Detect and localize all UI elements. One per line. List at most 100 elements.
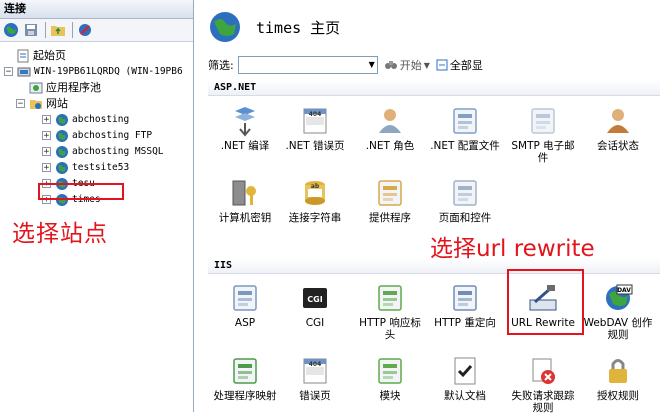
filter-label: 筛选: bbox=[208, 59, 234, 72]
filter-input[interactable]: ▼ bbox=[237, 56, 378, 74]
tree-label: abchosting MSSQL bbox=[72, 146, 164, 157]
feature-tile[interactable]: 失败请求跟踪规则 bbox=[508, 355, 578, 414]
svg-text:DAV: DAV bbox=[617, 287, 631, 294]
session-icon bbox=[607, 109, 629, 133]
feature-tile-label: 错误页 bbox=[299, 390, 331, 402]
feature-tile-label: 连接字符串 bbox=[288, 212, 342, 224]
connections-pane: 连接 起始页 − WIN-19PB61LQRDQ (WIN-19PB6 应用程序… bbox=[0, 0, 194, 412]
feature-tile-label: 失败请求跟踪规则 bbox=[511, 390, 575, 414]
connect-globe-icon[interactable] bbox=[2, 21, 20, 39]
handler-mappings-icon bbox=[233, 358, 257, 384]
feature-tile[interactable]: .NET 配置文件 bbox=[430, 105, 500, 152]
svg-text:CGI: CGI bbox=[307, 295, 322, 304]
feature-tile-label: .NET 编译 bbox=[220, 140, 270, 152]
feature-tile[interactable]: CGI CGI bbox=[280, 282, 350, 329]
tree-label: WIN-19PB61LQRDQ (WIN-19PB6 bbox=[34, 66, 183, 77]
error-pages-icon: 404 bbox=[303, 358, 327, 384]
smtp-icon bbox=[531, 108, 555, 134]
server-icon bbox=[17, 67, 31, 76]
feature-tile[interactable]: 授权规则 bbox=[583, 355, 653, 402]
tree-label: testsite53 bbox=[72, 162, 130, 173]
expand-toggle[interactable]: + bbox=[42, 147, 51, 157]
tree-node-site[interactable]: + abchosting bbox=[42, 112, 129, 127]
disconnect-icon[interactable] bbox=[76, 21, 94, 39]
feature-tile-label: WebDAV 创作规则 bbox=[583, 317, 653, 341]
feature-tile-label: 会话状态 bbox=[597, 140, 639, 152]
page-header: times 主页 bbox=[198, 0, 660, 52]
filter-dropdown-icon[interactable]: ▼ bbox=[367, 57, 377, 73]
start-filter-label: 开始 bbox=[399, 59, 422, 72]
feature-tile-label: .NET 错误页 bbox=[285, 140, 345, 152]
feature-tile[interactable]: 处理程序映射 bbox=[210, 355, 280, 402]
feature-tile[interactable]: 默认文档 bbox=[430, 355, 500, 402]
machine-key-icon bbox=[232, 180, 256, 206]
tree-node-site[interactable]: + testsite53 bbox=[42, 160, 129, 175]
annotation-select-site: 选择站点 bbox=[12, 221, 108, 247]
site-globe-icon bbox=[56, 145, 68, 158]
start-filter-button[interactable]: 开始 ▼ bbox=[384, 57, 430, 73]
feature-tile[interactable]: 提供程序 bbox=[355, 177, 425, 224]
http-redirect-icon bbox=[453, 285, 477, 311]
feature-tile[interactable]: 会话状态 bbox=[583, 105, 653, 152]
feature-tile[interactable]: 404 .NET 错误页 bbox=[280, 105, 350, 152]
feature-tile[interactable]: 404 错误页 bbox=[280, 355, 350, 402]
feature-tile[interactable]: ASP bbox=[210, 282, 280, 329]
authorization-icon bbox=[609, 359, 627, 383]
default-document-icon bbox=[454, 357, 476, 385]
tree-label: 起始页 bbox=[33, 49, 66, 62]
up-folder-icon[interactable] bbox=[49, 21, 67, 39]
toolbar-separator bbox=[72, 22, 73, 38]
show-all-label: 全部显 bbox=[449, 59, 483, 72]
tree-label: 网站 bbox=[46, 97, 68, 110]
filter-bar: 筛选: ▼ 开始 ▼ 全部显 bbox=[208, 54, 660, 76]
connections-toolbar bbox=[0, 19, 193, 42]
feature-tile-label: HTTP 重定向 bbox=[434, 317, 496, 329]
feature-tile[interactable]: SMTP 电子邮件 bbox=[508, 105, 578, 164]
tree-node-app-pools[interactable]: 应用程序池 bbox=[29, 80, 101, 95]
site-globe-icon bbox=[56, 113, 68, 126]
feature-tile[interactable]: .NET 编译 bbox=[210, 105, 280, 152]
expand-toggle[interactable]: + bbox=[42, 131, 51, 141]
error-page-icon: 404 bbox=[303, 108, 327, 134]
site-globe-icon bbox=[56, 129, 68, 142]
connections-header: 连接 bbox=[0, 0, 193, 19]
tree-node-site[interactable]: + abchosting MSSQL bbox=[42, 144, 164, 159]
roles-icon bbox=[379, 109, 401, 133]
site-globe-icon bbox=[210, 12, 240, 42]
feature-tile[interactable]: HTTP 响应标头 bbox=[355, 282, 425, 341]
pages-controls-icon bbox=[453, 180, 477, 206]
providers-icon bbox=[378, 180, 402, 206]
feature-tile[interactable]: 计算机密钥 bbox=[210, 177, 280, 224]
sites-folder-icon bbox=[30, 99, 42, 109]
tree-node-site[interactable]: + abchosting FTP bbox=[42, 128, 152, 143]
failed-request-icon bbox=[532, 358, 555, 384]
feature-tile[interactable]: 模块 bbox=[355, 355, 425, 402]
feature-tile-label: 模块 bbox=[379, 390, 401, 402]
feature-tile[interactable]: HTTP 重定向 bbox=[430, 282, 500, 329]
feature-tile-label: .NET 角色 bbox=[365, 140, 415, 152]
toolbar-separator bbox=[45, 22, 46, 38]
feature-tile-label: HTTP 响应标头 bbox=[359, 317, 421, 341]
feature-tile-label: 授权规则 bbox=[597, 390, 639, 402]
feature-tile[interactable]: DAV WebDAV 创作规则 bbox=[583, 282, 653, 341]
profile-icon bbox=[453, 108, 477, 134]
tree-label: 应用程序池 bbox=[46, 81, 101, 94]
modules-icon bbox=[378, 358, 402, 384]
feature-tile-label: 页面和控件 bbox=[438, 212, 492, 224]
collapse-toggle[interactable]: − bbox=[4, 67, 13, 77]
feature-tile[interactable]: ab 连接字符串 bbox=[280, 177, 350, 224]
feature-tile[interactable]: .NET 角色 bbox=[355, 105, 425, 152]
feature-tile-label: 处理程序映射 bbox=[213, 390, 277, 402]
show-all-button[interactable]: 全部显 bbox=[436, 57, 483, 73]
tree-node-sites[interactable]: − 网站 bbox=[16, 96, 68, 111]
feature-tile[interactable]: 页面和控件 bbox=[430, 177, 500, 224]
collapse-toggle[interactable]: − bbox=[16, 99, 25, 109]
save-icon[interactable] bbox=[22, 21, 40, 39]
expand-toggle[interactable]: + bbox=[42, 163, 51, 173]
tree-node-start-page[interactable]: 起始页 bbox=[16, 48, 66, 63]
tree-node-server[interactable]: − WIN-19PB61LQRDQ (WIN-19PB6 bbox=[4, 64, 183, 79]
chevron-down-icon: ▼ bbox=[423, 60, 430, 70]
tree-label: abchosting FTP bbox=[72, 130, 153, 141]
highlight-box-times bbox=[38, 183, 124, 200]
expand-toggle[interactable]: + bbox=[42, 115, 51, 125]
